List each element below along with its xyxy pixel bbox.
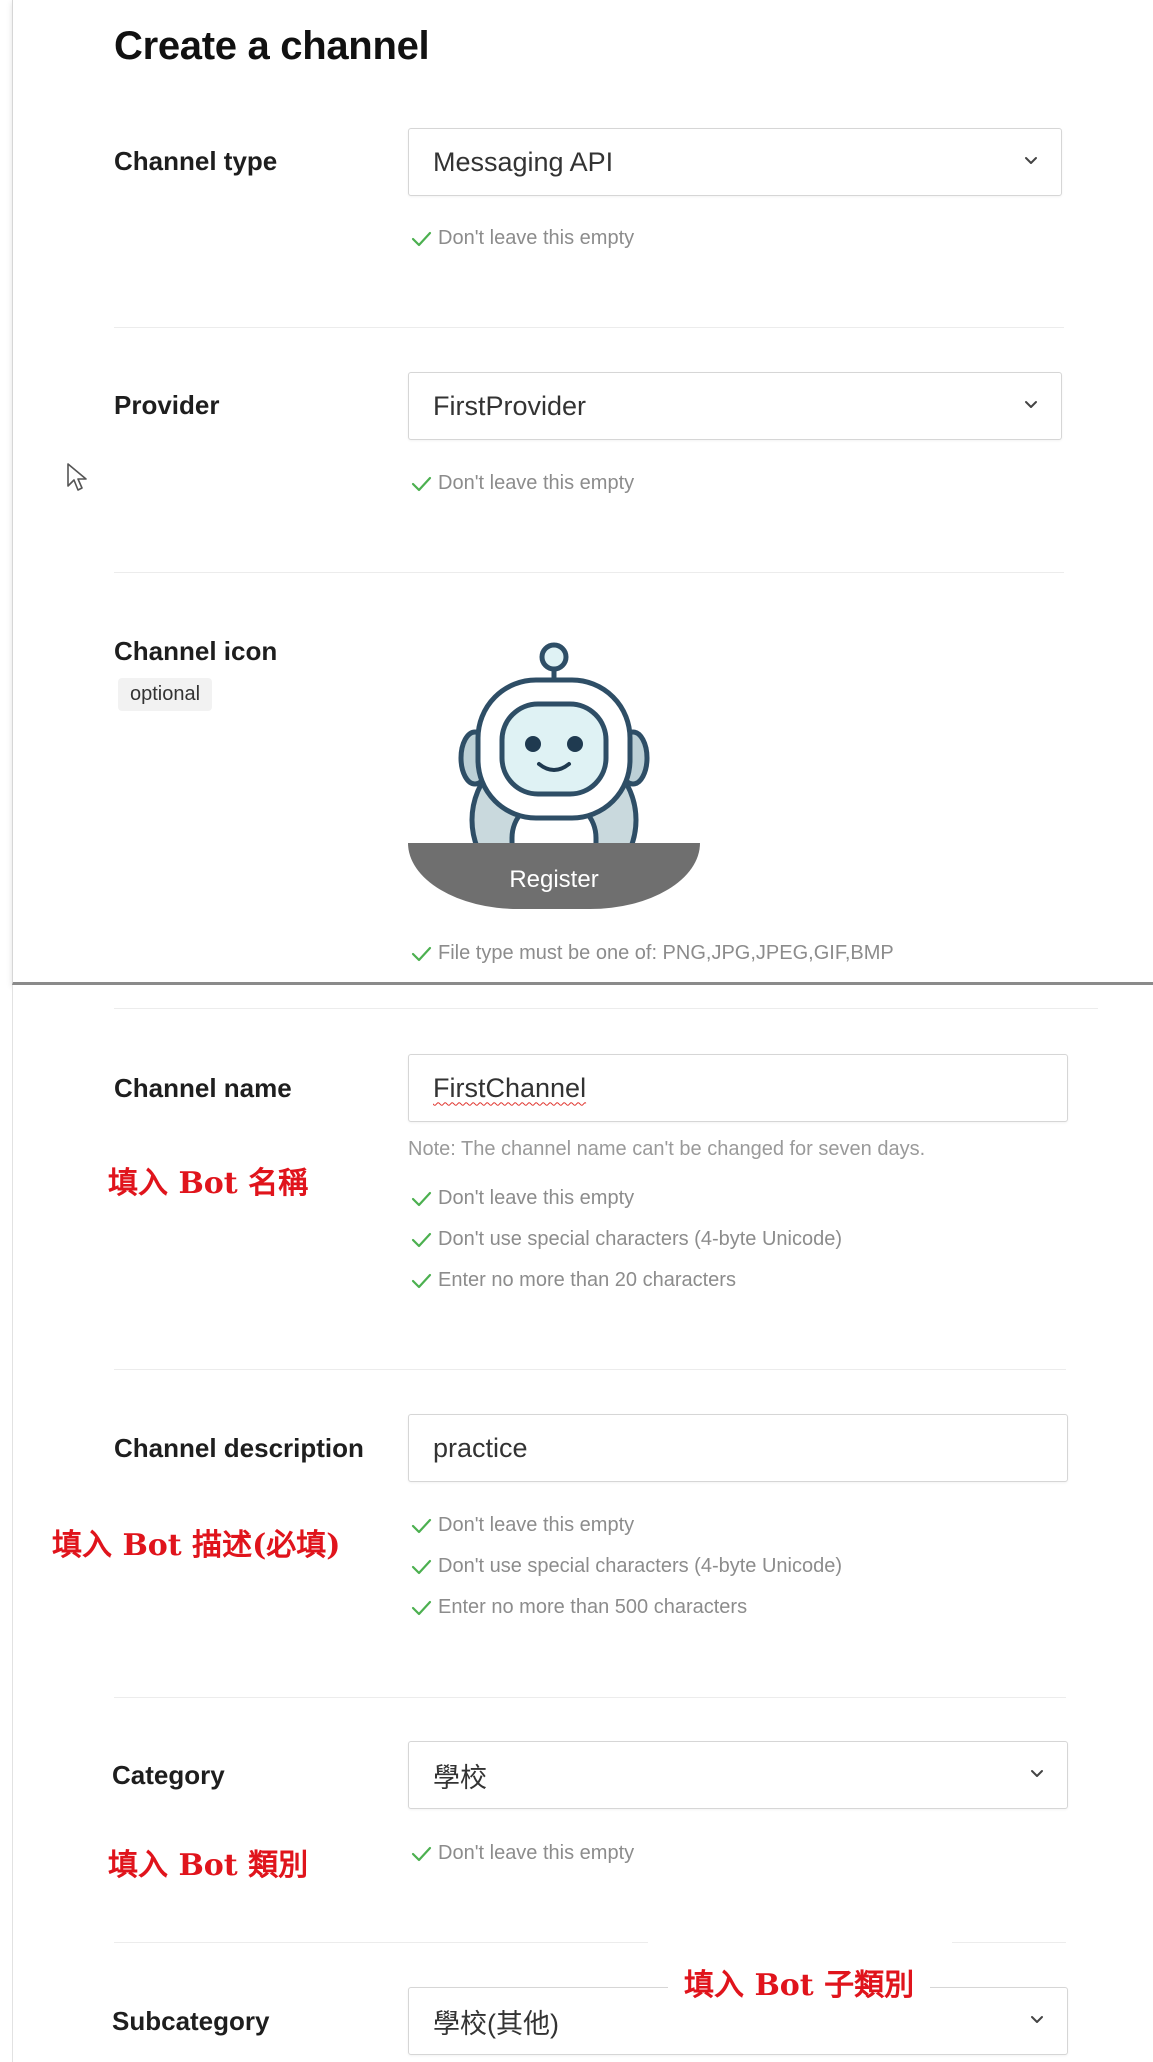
chevron-down-icon bbox=[1031, 2016, 1043, 2023]
check-icon bbox=[411, 1273, 432, 1288]
check-icon bbox=[411, 1600, 432, 1615]
divider bbox=[114, 327, 1064, 328]
category-value: 學校 bbox=[433, 1762, 487, 1793]
divider bbox=[114, 1008, 1098, 1009]
check-icon bbox=[411, 231, 432, 246]
optional-tag: optional bbox=[118, 678, 213, 711]
annotation-bot-name: 填入 Bot 名稱 bbox=[108, 1166, 309, 1201]
check-icon bbox=[411, 1191, 432, 1206]
provider-value: FirstProvider bbox=[433, 390, 587, 421]
channel-name-hint-2: Don't use special characters (4-byte Uni… bbox=[410, 1228, 842, 1251]
annotation-bot-description: 填入 Bot 描述(必填) bbox=[52, 1528, 341, 1563]
channel-name-note: Note: The channel name can't be changed … bbox=[408, 1138, 926, 1160]
channel-name-hint-1: Don't leave this empty bbox=[410, 1187, 634, 1210]
chevron-down-icon bbox=[1025, 157, 1037, 164]
check-icon bbox=[411, 1559, 432, 1574]
channel-name-value: FirstChannel bbox=[433, 1072, 587, 1103]
category-label: Category bbox=[112, 1760, 225, 1790]
check-icon bbox=[411, 1846, 432, 1861]
channel-description-label: Channel description bbox=[114, 1433, 364, 1463]
subcategory-value: 學校(其他) bbox=[433, 2008, 559, 2039]
divider bbox=[114, 1369, 1066, 1370]
channel-type-select[interactable]: Messaging API bbox=[408, 128, 1062, 196]
category-hint: Don't leave this empty bbox=[410, 1842, 634, 1865]
channel-description-hint-1: Don't leave this empty bbox=[410, 1514, 634, 1537]
check-icon bbox=[411, 1232, 432, 1247]
channel-type-label: Channel type bbox=[114, 146, 278, 176]
provider-hint: Don't leave this empty bbox=[410, 472, 634, 495]
channel-name-label: Channel name bbox=[114, 1073, 292, 1103]
check-icon bbox=[411, 946, 432, 961]
channel-type-hint: Don't leave this empty bbox=[410, 227, 634, 250]
channel-description-input[interactable]: practice bbox=[408, 1414, 1068, 1482]
category-select[interactable]: 學校 bbox=[408, 1741, 1068, 1809]
annotation-bot-subcategory: 填入 Bot 子類別 bbox=[668, 1960, 931, 2004]
annotation-bot-category: 填入 Bot 類別 bbox=[108, 1848, 309, 1883]
check-icon bbox=[411, 476, 432, 491]
divider bbox=[114, 572, 1064, 573]
chevron-down-icon bbox=[1031, 1770, 1043, 1777]
provider-select[interactable]: FirstProvider bbox=[408, 372, 1062, 440]
cursor-arrow-icon bbox=[67, 463, 87, 491]
chevron-down-icon bbox=[1025, 401, 1037, 408]
page-title: Create a channel bbox=[114, 24, 430, 68]
divider bbox=[114, 1697, 1066, 1698]
subcategory-label: Subcategory bbox=[112, 2006, 270, 2036]
channel-name-input[interactable]: FirstChannel bbox=[408, 1054, 1068, 1122]
channel-icon-hint: File type must be one of: PNG,JPG,JPEG,G… bbox=[410, 942, 894, 965]
provider-label: Provider bbox=[114, 390, 220, 420]
channel-type-value: Messaging API bbox=[433, 146, 614, 177]
channel-description-hint-2: Don't use special characters (4-byte Uni… bbox=[410, 1555, 842, 1578]
channel-description-hint-3: Enter no more than 500 characters bbox=[410, 1596, 747, 1619]
channel-description-value: practice bbox=[433, 1432, 528, 1463]
check-icon bbox=[411, 1518, 432, 1533]
divider bbox=[114, 1942, 648, 1943]
channel-icon-label: Channel icon bbox=[114, 636, 278, 666]
channel-name-hint-3: Enter no more than 20 characters bbox=[410, 1269, 736, 1292]
divider bbox=[952, 1942, 1066, 1943]
